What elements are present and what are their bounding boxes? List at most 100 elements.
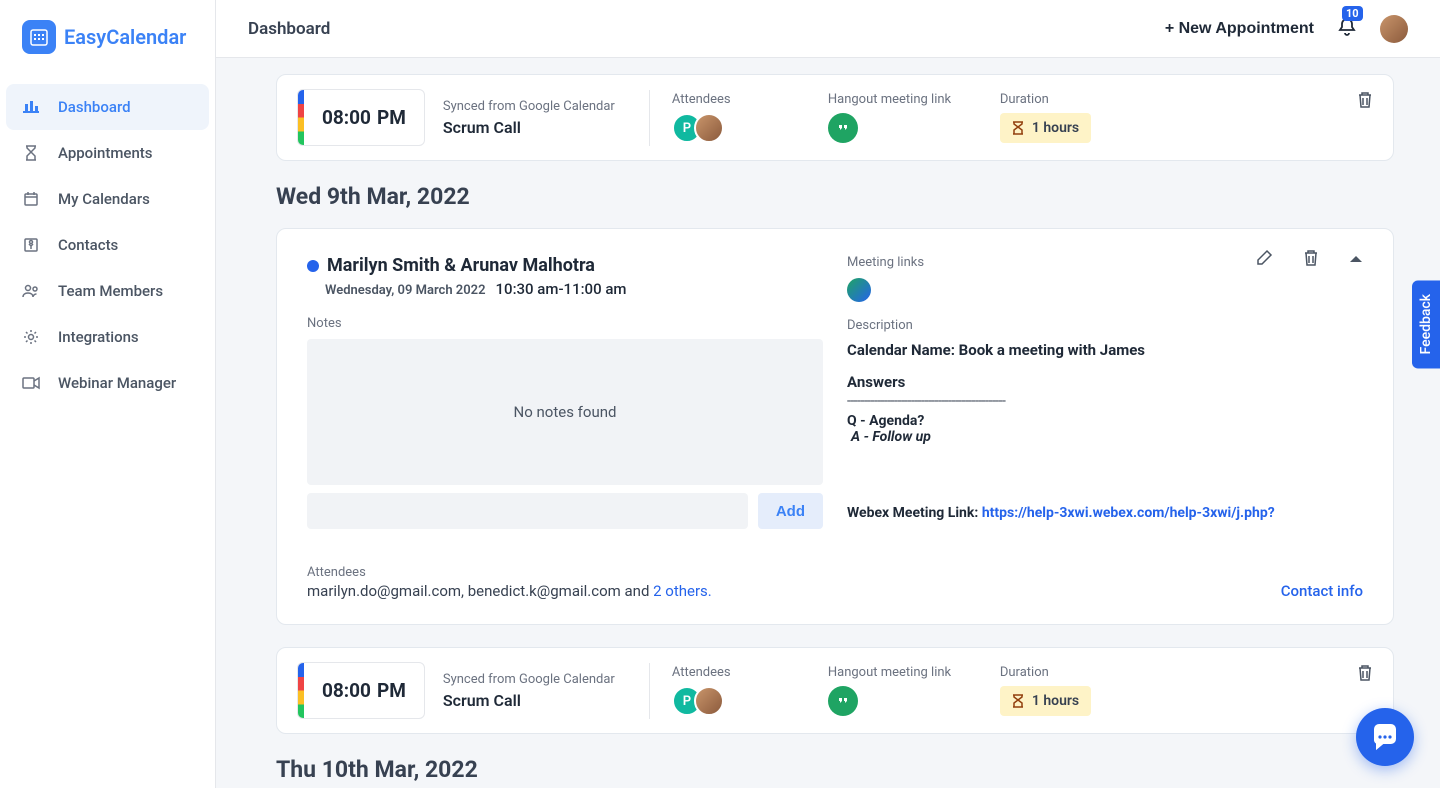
- sidebar-item-appointments[interactable]: Appointments: [6, 130, 209, 176]
- date-heading: Thu 10th Mar, 2022: [276, 756, 1394, 783]
- event-title: Scrum Call: [443, 691, 649, 710]
- attendee-avatars: P: [672, 113, 796, 143]
- answers-heading: Answers: [847, 373, 1363, 391]
- chat-dots-icon: [1377, 732, 1393, 742]
- synced-label: Synced from Google Calendar: [443, 99, 649, 114]
- team-icon: [22, 282, 40, 300]
- description-label: Description: [847, 318, 1363, 333]
- divider-dashes: ----------------------------------------…: [847, 393, 1363, 409]
- event-card-compact[interactable]: 08:00 PM Synced from Google Calendar Scr…: [276, 647, 1394, 734]
- duration-chip: 1 hours: [1000, 686, 1091, 716]
- question: Q - Agenda?: [847, 413, 1363, 429]
- webex-link[interactable]: https://help-3xwi.webex.com/help-3xwi/j.…: [982, 505, 1275, 521]
- duration-label: Duration: [1000, 665, 1091, 680]
- content: 08:00 PM Synced from Google Calendar Scr…: [216, 58, 1440, 788]
- attendees-text: marilyn.do@gmail.com, benedict.k@gmail.c…: [307, 582, 712, 600]
- page-title: Dashboard: [248, 19, 330, 39]
- sidebar-item-label: Dashboard: [58, 98, 131, 116]
- sidebar-item-label: Team Members: [58, 282, 163, 300]
- sidebar-item-label: Integrations: [58, 328, 139, 346]
- duration-chip: 1 hours: [1000, 113, 1091, 143]
- delete-button[interactable]: [1357, 91, 1373, 113]
- duration-value: 1 hours: [1032, 120, 1079, 136]
- contact-info-link[interactable]: Contact info: [1281, 582, 1363, 600]
- sidebar-item-integrations[interactable]: Integrations: [6, 314, 209, 360]
- delete-button[interactable]: [1357, 664, 1373, 686]
- collapse-button[interactable]: [1349, 249, 1363, 271]
- answer: A - Follow up: [847, 429, 1363, 445]
- divider: [649, 663, 650, 719]
- hangout-label: Hangout meeting link: [828, 92, 968, 107]
- logo-icon: [22, 20, 56, 54]
- add-note-button[interactable]: Add: [758, 493, 823, 529]
- sidebar-item-webinar-manager[interactable]: Webinar Manager: [6, 360, 209, 406]
- event-time-box: 08:00 PM: [297, 662, 425, 719]
- calendar-name: Calendar Name: Book a meeting with James: [847, 341, 1363, 359]
- duration-label: Duration: [1000, 92, 1091, 107]
- video-icon: [22, 374, 40, 392]
- event-time: 08:00: [322, 106, 371, 129]
- sidebar-item-contacts[interactable]: Contacts: [6, 222, 209, 268]
- edit-icon: [1255, 249, 1273, 267]
- chart-icon: [22, 98, 40, 116]
- webex-link-row: Webex Meeting Link: https://help-3xwi.we…: [847, 505, 1363, 521]
- gear-icon: [22, 328, 40, 346]
- divider: [649, 90, 650, 146]
- logo[interactable]: EasyCalendar: [0, 0, 215, 74]
- sidebar: EasyCalendar Dashboard Appointments My C…: [0, 0, 216, 788]
- notifications-button[interactable]: 10: [1336, 16, 1358, 42]
- event-card-compact[interactable]: 08:00 PM Synced from Google Calendar Scr…: [276, 74, 1394, 161]
- calendar-icon: [22, 190, 40, 208]
- event-time-box: 08:00 PM: [297, 89, 425, 146]
- webex-icon[interactable]: [847, 278, 871, 302]
- attendees-more-link[interactable]: 2 others.: [653, 582, 712, 600]
- topbar: Dashboard + New Appointment 10: [216, 0, 1440, 58]
- trash-icon: [1303, 249, 1319, 267]
- attendee-avatars: P: [672, 686, 796, 716]
- sidebar-item-dashboard[interactable]: Dashboard: [6, 84, 209, 130]
- duration-value: 1 hours: [1032, 693, 1079, 709]
- attendees-label: Attendees: [672, 665, 796, 680]
- attendee-avatar: [694, 113, 724, 143]
- chevron-up-icon: [1349, 254, 1363, 264]
- sidebar-item-my-calendars[interactable]: My Calendars: [6, 176, 209, 222]
- hangout-label: Hangout meeting link: [828, 665, 968, 680]
- feedback-tab[interactable]: Feedback: [1412, 280, 1440, 368]
- sidebar-item-label: Contacts: [58, 236, 118, 254]
- sidebar-item-label: Appointments: [58, 144, 153, 162]
- webex-link-label: Webex Meeting Link:: [847, 505, 982, 521]
- attendees-label: Attendees: [672, 92, 796, 107]
- hangout-icon[interactable]: [828, 113, 858, 143]
- attendee-avatar: [694, 686, 724, 716]
- attendees-label: Attendees: [307, 565, 712, 580]
- event-card-expanded: Marilyn Smith & Arunav Malhotra Wednesda…: [276, 228, 1394, 625]
- hourglass-icon: [1012, 121, 1024, 135]
- event-time: 08:00: [322, 679, 371, 702]
- notes-label: Notes: [307, 316, 823, 331]
- new-appointment-button[interactable]: + New Appointment: [1165, 20, 1314, 38]
- event-title: Scrum Call: [443, 118, 649, 137]
- delete-button[interactable]: [1303, 249, 1319, 271]
- edit-button[interactable]: [1255, 249, 1273, 271]
- synced-label: Synced from Google Calendar: [443, 672, 649, 687]
- nav: Dashboard Appointments My Calendars Cont…: [0, 74, 215, 416]
- event-ampm: PM: [377, 679, 406, 702]
- user-avatar[interactable]: [1380, 15, 1408, 43]
- chat-button[interactable]: [1356, 708, 1414, 766]
- sidebar-item-label: Webinar Manager: [58, 374, 176, 392]
- event-time-range: 10:30 am-11:00 am: [496, 280, 627, 298]
- event-color-dot: [307, 260, 319, 272]
- brand-name: EasyCalendar: [64, 25, 186, 49]
- date-heading: Wed 9th Mar, 2022: [276, 183, 1394, 210]
- event-date: Wednesday, 09 March 2022: [325, 283, 486, 298]
- notes-empty-state: No notes found: [307, 339, 823, 485]
- hourglass-icon: [22, 144, 40, 162]
- contacts-icon: [22, 236, 40, 254]
- sidebar-item-label: My Calendars: [58, 190, 150, 208]
- note-input[interactable]: [307, 493, 748, 529]
- sidebar-item-team-members[interactable]: Team Members: [6, 268, 209, 314]
- hangout-icon[interactable]: [828, 686, 858, 716]
- notification-badge: 10: [1342, 6, 1363, 21]
- event-title: Marilyn Smith & Arunav Malhotra: [327, 255, 595, 276]
- event-ampm: PM: [377, 106, 406, 129]
